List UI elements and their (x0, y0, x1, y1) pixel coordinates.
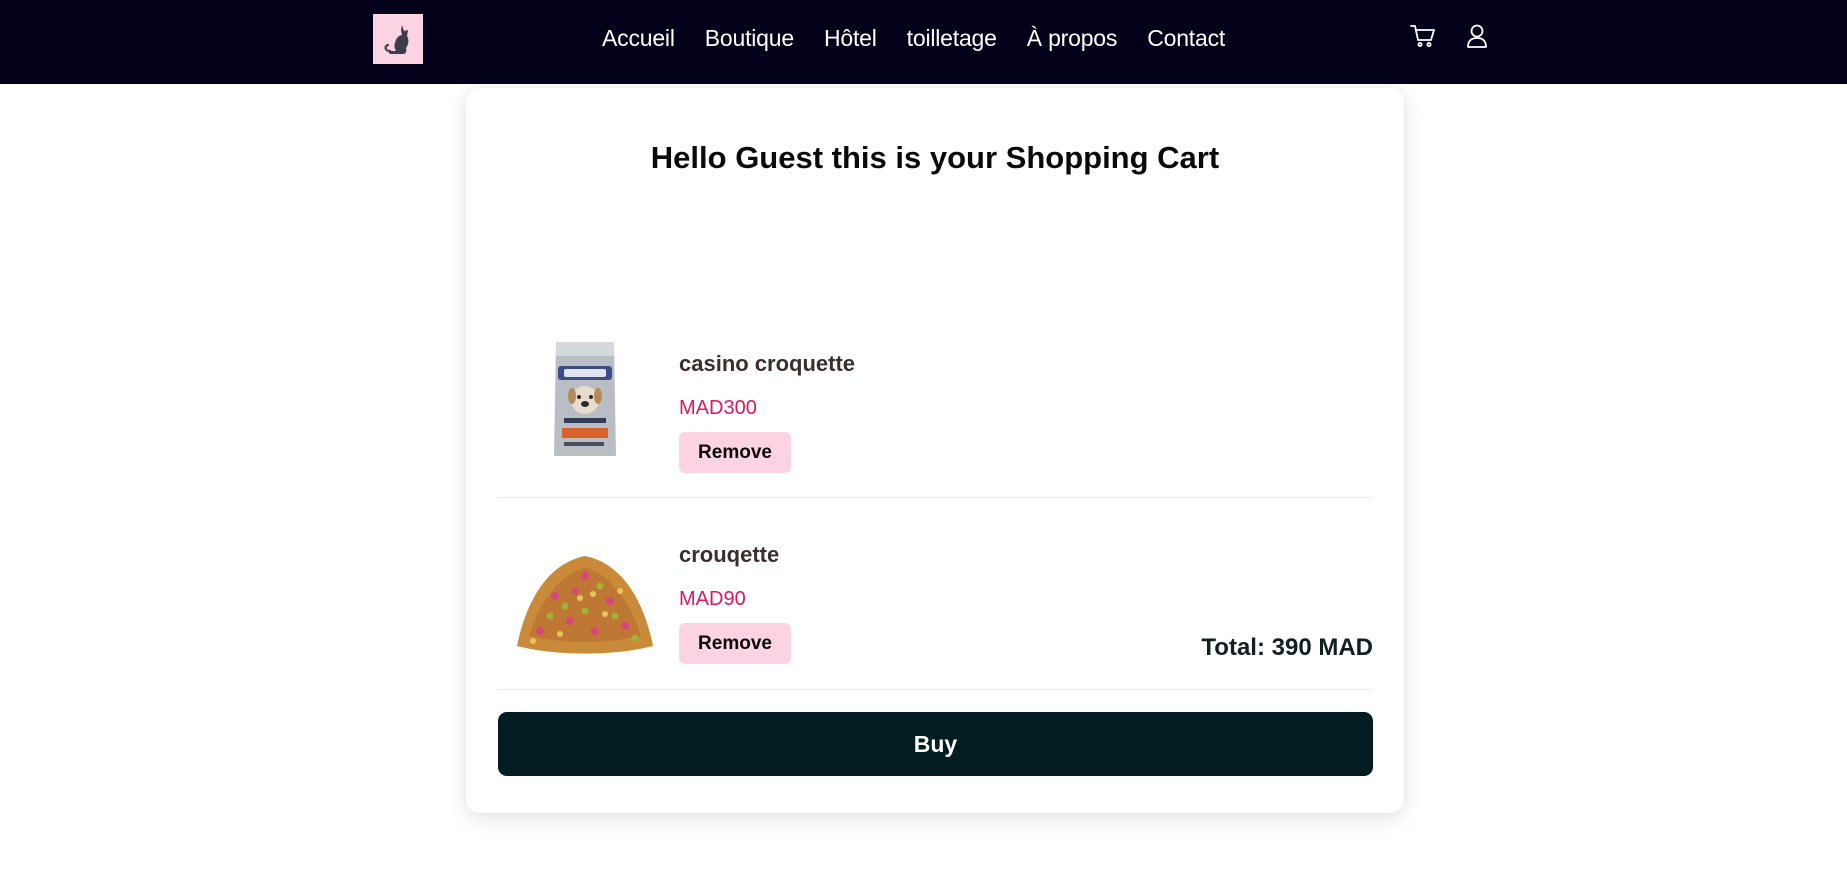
nav-link-accueil[interactable]: Accueil (602, 25, 675, 52)
product-image (515, 336, 655, 466)
user-button[interactable] (1463, 22, 1491, 50)
site-logo[interactable] (373, 14, 423, 64)
cat-icon (384, 25, 409, 54)
main-nav: Accueil Boutique Hôtel toilletage À prop… (602, 0, 1225, 76)
page-title: Hello Guest this is your Shopping Cart (650, 140, 1220, 175)
product-price: MAD300 (679, 397, 757, 419)
nav-link-hotel[interactable]: Hôtel (824, 25, 877, 52)
nav-link-toilletage[interactable]: toilletage (907, 25, 997, 52)
cart-total: Total: 390 MAD (1201, 634, 1373, 661)
cart-icon (1410, 25, 1435, 47)
buy-button[interactable]: Buy (498, 712, 1373, 776)
dog-food-bag-image (554, 342, 616, 456)
product-image (515, 536, 655, 666)
cart-button[interactable] (1409, 22, 1437, 50)
nav-link-boutique[interactable]: Boutique (705, 25, 794, 52)
user-icon (1467, 24, 1487, 48)
remove-button[interactable]: Remove (679, 432, 791, 473)
nav-link-a-propos[interactable]: À propos (1027, 25, 1118, 52)
shopping-cart-card: Hello Guest this is your Shopping Cart c… (466, 88, 1404, 813)
product-name: casino croquette (679, 351, 856, 376)
product-price: MAD90 (679, 588, 746, 610)
remove-button[interactable]: Remove (679, 623, 791, 664)
kibble-pile-image (517, 556, 653, 654)
nav-link-contact[interactable]: Contact (1147, 25, 1225, 52)
top-navbar: Accueil Boutique Hôtel toilletage À prop… (0, 0, 1847, 84)
product-name: crouqette (679, 542, 780, 567)
cart-item: casino croquette MAD300 Remove (497, 306, 1373, 498)
